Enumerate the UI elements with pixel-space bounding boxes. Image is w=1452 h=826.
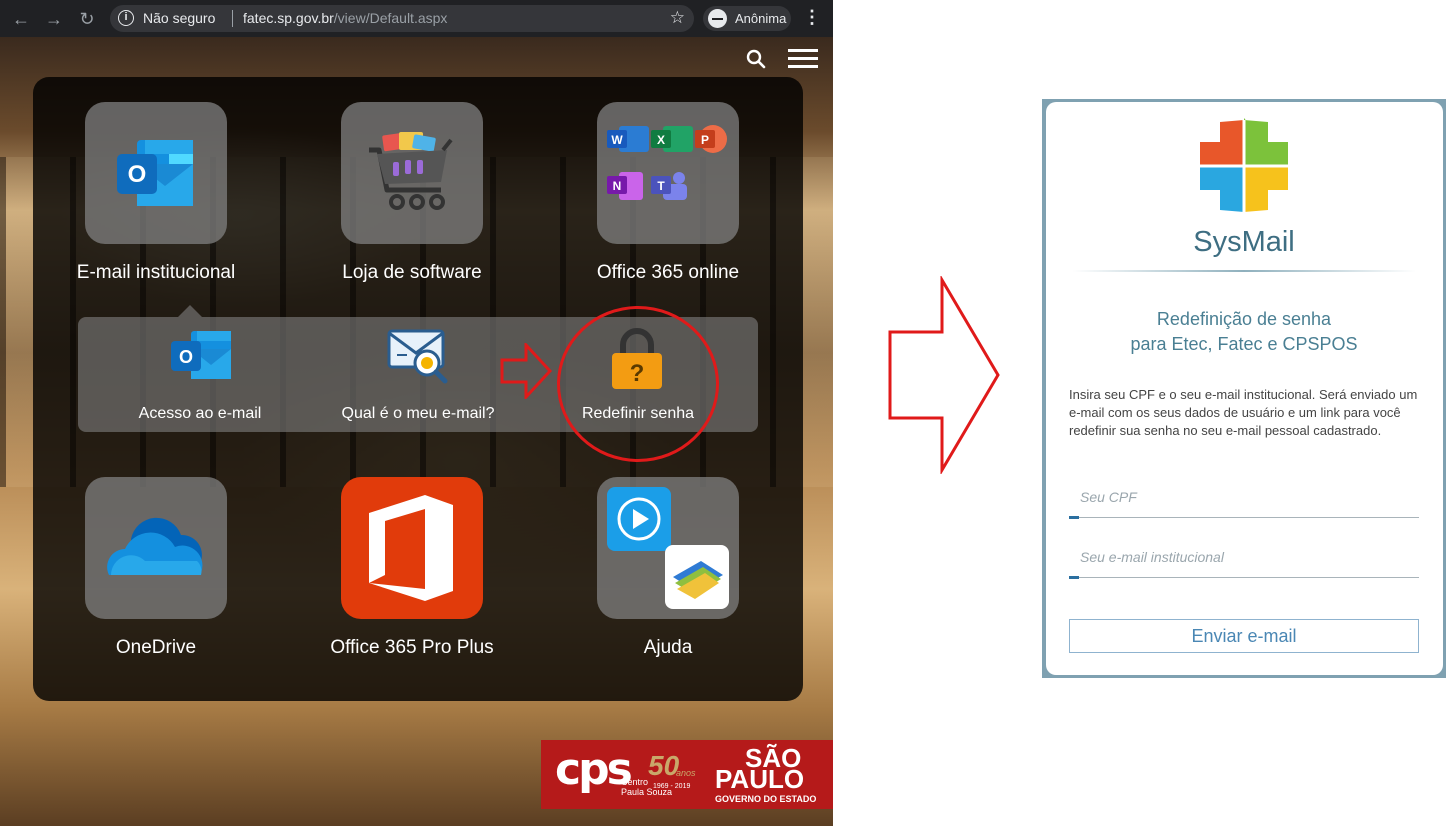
small-red-arrow-icon [500,343,552,399]
help-icons [607,487,729,609]
teams-icon: T [651,172,687,200]
reset-heading: Redefinição de senha para Etec, Fatec e … [1042,307,1446,357]
incognito-icon [708,9,727,28]
forward-icon[interactable]: → [43,8,65,30]
app-tile[interactable]: W X P N T [597,102,739,244]
submenu-label: Qual é o meu e-mail? [341,405,495,422]
submenu-pointer [178,305,202,317]
search-icon[interactable] [745,48,767,70]
page-background: O E-mail institucional Loja de software … [0,37,833,826]
powerpoint-icon: P [695,125,727,153]
address-separator [232,10,233,27]
back-icon[interactable]: ← [10,8,32,30]
address-bar[interactable]: i Não seguro fatec.sp.gov.br/view/Defaul… [110,5,694,32]
url-domain: fatec.sp.gov.br [243,10,334,26]
sp-logo-line2: PAULO [715,764,805,794]
app-tile[interactable] [597,477,739,619]
play-video-icon [607,487,671,551]
outlook-letter: O [179,347,193,367]
app-label: Ajuda [643,637,693,658]
office-apps-icon: W X P N T [607,125,727,200]
outlook-icon: O [117,140,193,206]
onedrive-cloud-icon [107,517,203,575]
app-label: OneDrive [115,637,197,658]
screenshot-composite: ← → ↻ i Não seguro fatec.sp.gov.br/view/… [0,0,1452,826]
incognito-label: Anônima [735,11,787,26]
hamburger-menu-icon[interactable] [788,49,818,71]
excel-icon: X [651,126,693,152]
word-icon: W [607,126,649,152]
bookmark-star-icon[interactable]: ☆ [670,8,685,28]
onenote-icon: N [607,172,643,200]
reset-heading-line1: Redefinição de senha [1156,309,1332,329]
reset-description: Insira seu CPF e o seu e-mail institucio… [1069,387,1418,438]
browser-toolbar: ← → ↻ i Não seguro fatec.sp.gov.br/view/… [0,0,833,37]
svg-text:X: X [657,133,665,147]
anniversary-number: 50 [648,750,680,781]
office-logo-icon [369,495,453,601]
incognito-badge[interactable]: Anônima [703,6,791,31]
security-status: Não seguro [143,10,216,26]
sysmail-title: SysMail [1193,226,1295,258]
send-email-button[interactable]: Enviar e-mail [1069,619,1419,653]
outlook-icon: O [171,331,231,379]
app-tile[interactable] [341,102,483,244]
shopping-cart-icon [369,132,453,210]
cps-logo: cps [555,744,633,795]
app-label: Loja de software [342,262,482,283]
svg-text:N: N [613,179,622,193]
submenu-label: Acesso ao e-mail [138,405,262,422]
anniversary-anos: anos [676,768,696,778]
app-tile[interactable] [85,477,227,619]
field-focus-accent [1069,516,1079,519]
app-tile[interactable] [341,477,483,619]
big-red-arrow-icon [888,276,1000,474]
reload-icon[interactable]: ↻ [76,8,98,30]
app-label: Office 365 online [596,262,740,283]
highlight-circle [557,306,719,462]
anniversary-years: 1969 - 2019 [653,783,691,790]
reset-heading-line2: para Etec, Fatec e CPSPOS [1130,334,1358,354]
app-label: E-mail institucional [76,262,236,283]
sp-logo-line3: GOVERNO DO ESTADO [715,794,817,804]
outlook-letter: O [128,161,147,188]
cpf-input[interactable] [1069,478,1419,516]
svg-text:P: P [701,133,709,147]
email-input[interactable] [1069,538,1419,576]
url-text[interactable]: fatec.sp.gov.br/view/Default.aspx [243,10,447,26]
cpf-field [1069,478,1419,519]
svg-text:T: T [657,179,665,193]
title-divider [1072,270,1416,272]
email-field [1069,538,1419,579]
email-search-icon [387,329,448,384]
info-icon[interactable]: i [118,10,134,26]
url-path: /view/Default.aspx [333,10,448,26]
app-label: Office 365 Pro Plus [330,637,494,658]
cps-sp-logo-banner: cps Centro Paula Souza 50 anos 1969 - 20… [541,740,833,809]
books-icon [665,545,729,609]
svg-text:W: W [611,133,623,147]
sysmail-logo-icon [1200,118,1288,212]
field-focus-accent [1069,576,1079,579]
app-tile[interactable]: O [85,102,227,244]
browser-menu-icon[interactable]: ⋮ [802,7,822,28]
